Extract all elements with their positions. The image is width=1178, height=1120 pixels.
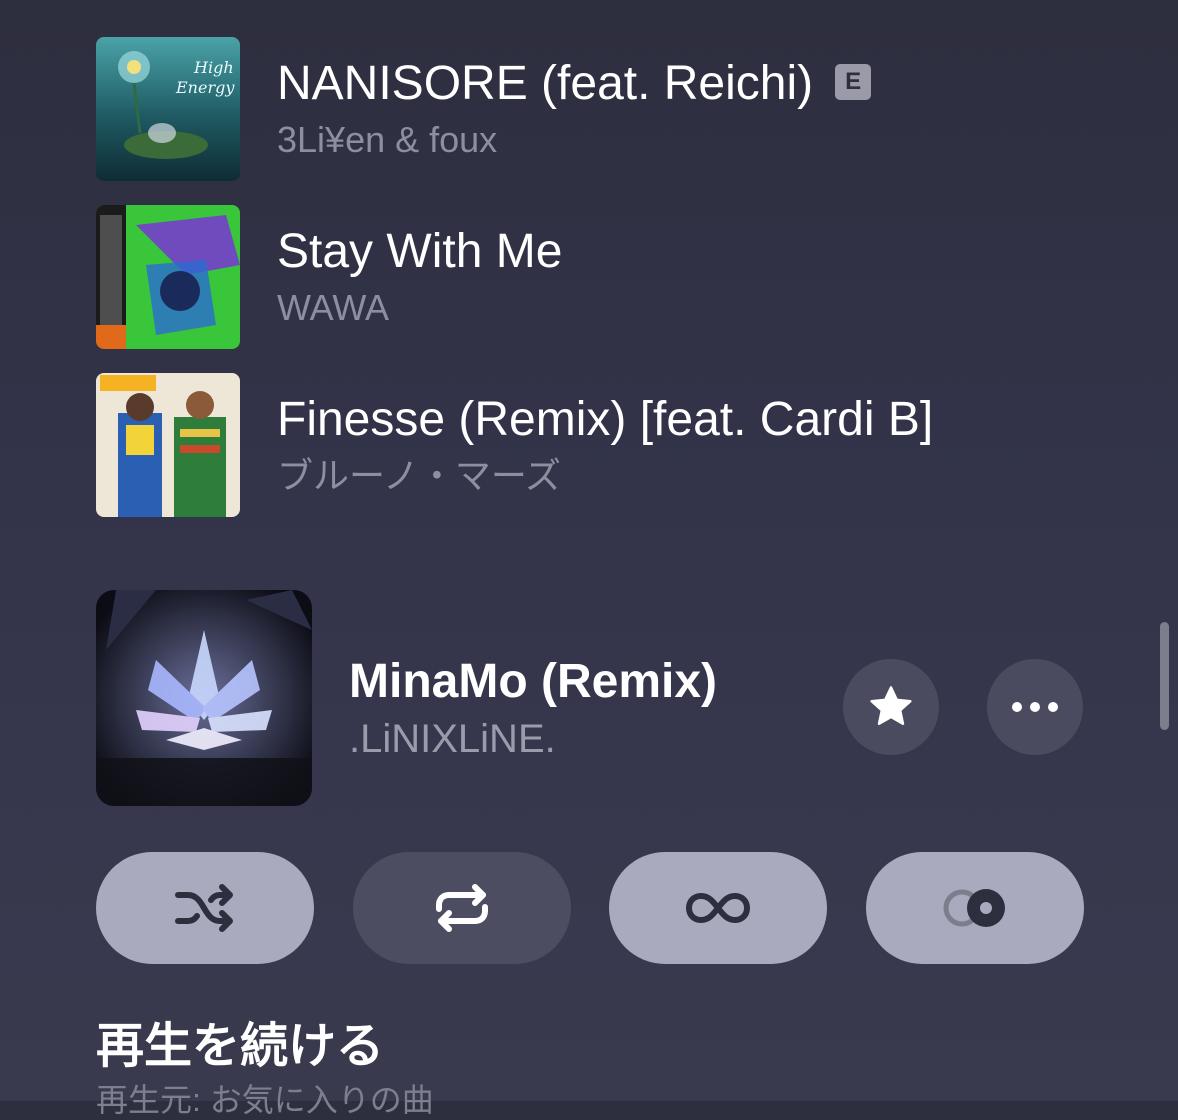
album-art <box>96 205 240 349</box>
album-art-finesse <box>96 373 240 517</box>
autoplay-button[interactable] <box>609 852 827 964</box>
queue-item[interactable]: Finesse (Remix) [feat. Cardi B] ブルーノ・マーズ <box>96 373 996 517</box>
queue-item[interactable]: Stay With Me WAWA <box>96 205 996 349</box>
explicit-badge: E <box>835 64 872 101</box>
favorite-button[interactable] <box>843 659 939 755</box>
more-options-button[interactable] <box>987 659 1083 755</box>
track-title: Finesse (Remix) [feat. Cardi B] <box>277 393 934 446</box>
track-artist: ブルーノ・マーズ <box>277 455 562 496</box>
section-title: 再生を続ける <box>96 1020 385 1073</box>
track-artist: 3Li¥en & foux <box>277 119 498 160</box>
track-title: Stay With Me <box>277 225 563 278</box>
album-art-minamo <box>96 590 312 806</box>
now-playing-title: MinaMo (Remix) <box>349 655 718 708</box>
album-art: High Energy <box>96 37 240 181</box>
infinity-icon <box>685 892 751 924</box>
ellipsis-icon <box>1012 702 1058 712</box>
album-art-high-energy: High Energy <box>96 37 240 181</box>
now-playing-artwork[interactable] <box>96 590 312 806</box>
queue-item[interactable]: High Energy NANISORE (feat. Reichi) E 3Li… <box>96 37 996 181</box>
star-icon <box>870 686 912 725</box>
svg-text:High: High <box>193 58 234 77</box>
section-subtitle: 再生元: お気に入りの曲 <box>96 1082 434 1118</box>
crossfade-button[interactable] <box>866 852 1084 964</box>
repeat-icon <box>436 884 488 932</box>
track-artist: WAWA <box>277 287 389 328</box>
scrollbar-thumb[interactable] <box>1160 622 1169 730</box>
shuffle-icon <box>175 884 233 932</box>
repeat-button[interactable] <box>353 852 571 964</box>
shuffle-button[interactable] <box>96 852 314 964</box>
track-title: NANISORE (feat. Reichi) E <box>277 57 872 111</box>
album-art <box>96 373 240 517</box>
album-art-stay-with-me <box>96 205 240 349</box>
now-playing-artist[interactable]: .LiNIXLiNE. <box>349 716 556 762</box>
crossfade-icon <box>943 889 1005 927</box>
svg-text:Energy: Energy <box>175 78 235 97</box>
